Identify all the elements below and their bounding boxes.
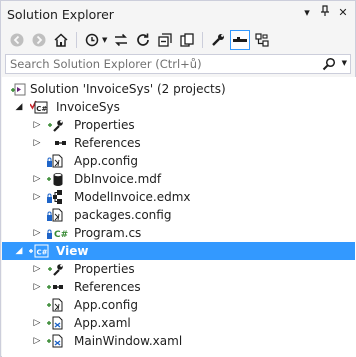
tree-item-references[interactable]: ▷ References	[2, 278, 355, 296]
tree-item-project-invoicesys[interactable]: ◢ C# InvoiceSys	[2, 98, 355, 116]
expand-arrow-icon[interactable]: ▷	[32, 282, 42, 292]
entity-model-icon	[46, 189, 62, 205]
wrench-icon	[46, 117, 63, 133]
database-icon	[46, 171, 63, 187]
collapse-arrow-icon[interactable]: ◢	[14, 246, 24, 256]
expand-arrow-icon[interactable]: ▷	[32, 228, 42, 238]
tree-item-label: App.xaml	[74, 316, 131, 330]
class-view-icon[interactable]	[252, 30, 272, 50]
sync-with-active-document-icon[interactable]	[111, 30, 131, 50]
tree-item-program-cs[interactable]: ▷ C# Program.cs	[2, 224, 355, 242]
expand-arrow-icon[interactable]: ▷	[32, 138, 42, 148]
config-file-icon	[46, 153, 63, 169]
toolbar-separator	[76, 32, 77, 48]
tree-item-label: Properties	[74, 118, 135, 132]
auto-hide-pin-icon[interactable]	[317, 5, 333, 21]
refresh-icon[interactable]	[133, 30, 153, 50]
window-position-icon[interactable]: ▾	[299, 5, 315, 21]
expand-arrow-icon[interactable]: ▷	[32, 120, 42, 130]
expand-arrow-icon[interactable]: ▷	[32, 192, 42, 202]
preview-selected-items-icon[interactable]	[230, 30, 251, 50]
collapse-arrow-icon[interactable]: ◢	[14, 102, 24, 112]
tree-item-label: References	[74, 280, 141, 294]
svg-text:C#: C#	[37, 249, 48, 257]
references-icon	[46, 279, 63, 295]
tree-item-app-xaml[interactable]: ▷ App.xaml	[2, 314, 355, 332]
tree-item-label: InvoiceSys	[56, 100, 120, 114]
solution-icon	[10, 81, 26, 97]
back-icon[interactable]	[7, 30, 27, 50]
tree-item-label: References	[74, 136, 141, 150]
tree-item-label: Properties	[74, 262, 135, 276]
chevron-down-icon[interactable]: ▼	[102, 36, 107, 44]
config-file-icon	[46, 297, 63, 313]
expand-arrow-icon[interactable]: ▷	[32, 264, 42, 274]
collapse-all-icon[interactable]	[155, 30, 175, 50]
xaml-file-icon	[46, 315, 63, 331]
wrench-icon	[46, 261, 63, 277]
tree-item-label: ModelInvoice.edmx	[74, 190, 191, 204]
csharp-project-icon: C#	[28, 243, 49, 259]
svg-text:C#: C#	[36, 105, 47, 113]
forward-icon[interactable]	[29, 30, 49, 50]
tree-item-dbinvoice-mdf[interactable]: ▷ DbInvoice.mdf	[2, 170, 355, 188]
tree-item-solution[interactable]: Solution 'InvoiceSys' (2 projects)	[2, 80, 355, 98]
expand-arrow-icon[interactable]: ▷	[32, 318, 42, 328]
panel-titlebar: Solution Explorer ▾ ✕	[1, 1, 355, 27]
svg-text:C#: C#	[54, 230, 68, 240]
properties-wrench-icon[interactable]	[208, 30, 228, 50]
tree-item-label: MainWindow.xaml	[74, 334, 183, 348]
tree-item-properties[interactable]: ▷ Properties	[2, 260, 355, 278]
xaml-file-icon	[46, 333, 63, 349]
close-icon[interactable]: ✕	[335, 5, 351, 21]
expand-arrow-icon[interactable]: ▷	[32, 336, 42, 346]
tree-item-modelinvoice-edmx[interactable]: ▷ ModelInvoice.edmx	[2, 188, 355, 206]
tree-item-label: View	[56, 244, 89, 258]
tree-item-references[interactable]: ▷ References	[2, 134, 355, 152]
tree-item-label: App.config	[74, 298, 138, 312]
expand-arrow-icon[interactable]: ▷	[32, 174, 42, 184]
tree-item-label: DbInvoice.mdf	[74, 172, 162, 186]
home-icon[interactable]	[51, 30, 71, 50]
pending-changes-filter-icon[interactable]	[82, 30, 102, 50]
tree-item-label: Program.cs	[74, 226, 142, 240]
tree-item-mainwindow-xaml[interactable]: ▷ MainWindow.xaml	[2, 332, 355, 350]
tree-item-app-config[interactable]: App.config	[2, 152, 355, 170]
show-all-files-icon[interactable]	[177, 30, 197, 50]
tree-item-packages-config[interactable]: packages.config	[2, 206, 355, 224]
csharp-file-icon: C#	[46, 225, 68, 241]
config-file-icon	[46, 207, 63, 223]
tree-item-properties[interactable]: ▷ Properties	[2, 116, 355, 134]
references-icon	[52, 135, 68, 151]
tree-item-label: packages.config	[74, 208, 172, 222]
tree-item-project-view[interactable]: ◢ C# View	[2, 242, 355, 260]
csharp-project-icon: C#	[29, 99, 48, 115]
tree-item-app-config[interactable]: App.config	[2, 296, 355, 314]
tree-item-label: Solution 'InvoiceSys' (2 projects)	[30, 82, 226, 96]
solution-explorer-panel: Solution Explorer ▾ ✕ ▼ Search Solution …	[0, 0, 356, 357]
tree-item-label: App.config	[74, 154, 138, 168]
panel-title: Solution Explorer	[7, 7, 114, 22]
search-input[interactable]	[10, 56, 320, 72]
search-box[interactable]: ▼	[5, 54, 351, 74]
search-icon[interactable]	[322, 57, 336, 74]
search-options-dropdown-icon[interactable]: ▼	[342, 59, 347, 67]
toolbar-separator	[202, 32, 204, 48]
solution-tree: Solution 'InvoiceSys' (2 projects) ◢ C# …	[2, 77, 356, 357]
panel-toolbar: ▼	[1, 27, 355, 53]
